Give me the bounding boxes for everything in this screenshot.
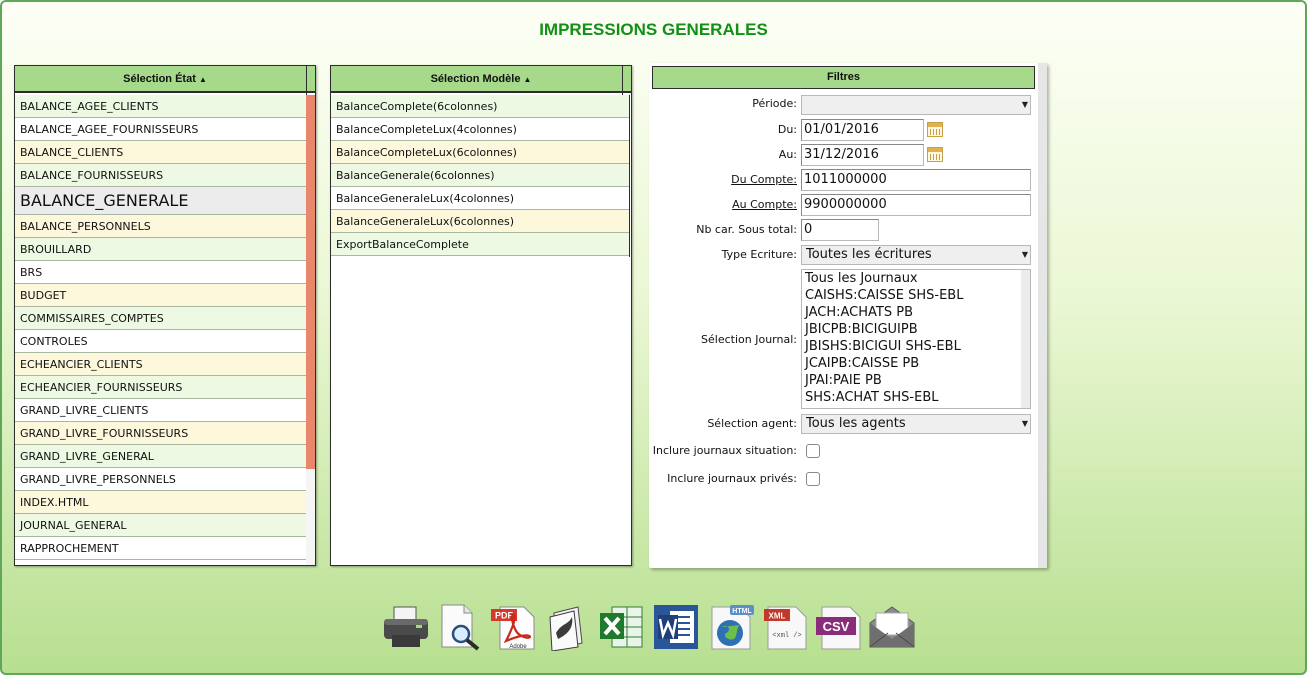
etat-item[interactable]: GRAND_LIVRE_FOURNISSEURS	[15, 422, 306, 445]
prives-checkbox[interactable]	[806, 472, 820, 486]
etat-item[interactable]: BALANCE_AGEE_FOURNISSEURS	[15, 118, 306, 141]
du-label: Du:	[777, 123, 797, 136]
email-icon[interactable]	[868, 603, 916, 651]
du-compte-input[interactable]: 1011000000	[801, 169, 1031, 191]
printer-icon[interactable]	[382, 603, 430, 651]
journal-scrollbar[interactable]	[1021, 270, 1030, 408]
etat-item[interactable]: COMMISSAIRES_COMPTES	[15, 307, 306, 330]
csv-icon[interactable]: CSV	[816, 603, 864, 651]
csv-badge-text: CSV	[823, 619, 850, 634]
journal-option[interactable]: JACH:ACHATS PB	[802, 304, 1030, 321]
journal-option[interactable]: JCAIPB:CAISSE PB	[802, 355, 1030, 372]
etat-scrollbar-thumb[interactable]	[306, 95, 315, 469]
modele-item[interactable]: ExportBalanceComplete	[331, 233, 629, 256]
draw-icon[interactable]	[544, 603, 592, 652]
html-badge-text: HTML	[732, 608, 752, 615]
modele-item[interactable]: BalanceCompleteLux(6colonnes)	[331, 141, 629, 164]
etat-item[interactable]: BRS	[15, 261, 306, 284]
filters-panel: Filtres Période: ▼ Du: 01/01/2016 Au: 31…	[649, 63, 1047, 568]
au-compte-link[interactable]: Au Compte:	[732, 198, 797, 211]
modele-header[interactable]: Sélection Modèle ▲	[331, 66, 631, 93]
xml-icon[interactable]: XML <xml />	[762, 603, 810, 651]
modele-list-right-border	[629, 95, 630, 257]
journal-option[interactable]: CAISHS:CAISSE SHS-EBL	[802, 287, 1030, 304]
adobe-text: Adobe	[509, 644, 527, 650]
etat-item[interactable]: BALANCE_PERSONNELS	[15, 215, 306, 238]
pdf-badge-text: PDF	[495, 611, 514, 621]
agent-select[interactable]: Tous les agents ▼	[801, 414, 1031, 434]
type-ecriture-value: Toutes les écritures	[806, 247, 932, 262]
preview-icon[interactable]	[436, 603, 484, 651]
journal-label: Sélection Journal:	[701, 333, 797, 346]
nb-car-label: Nb car. Sous total:	[696, 223, 797, 236]
etat-item[interactable]: GRAND_LIVRE_CLIENTS	[15, 399, 306, 422]
filters-scrollbar[interactable]	[1038, 63, 1047, 568]
journal-options: Tous les Journaux CAISHS:CAISSE SHS-EBL JA…	[802, 270, 1030, 406]
etat-item[interactable]: GRAND_LIVRE_GENERAL	[15, 445, 306, 468]
situation-label: Inclure journaux situation:	[652, 444, 797, 457]
journal-option[interactable]: JBICPB:BICIGUIPB	[802, 321, 1030, 338]
modele-panel: Sélection Modèle ▲ BalanceComplete(6colo…	[330, 65, 632, 566]
sort-asc-icon: ▲	[523, 75, 532, 84]
etat-item[interactable]: BALANCE_GENERALE	[15, 187, 306, 215]
header-separator	[622, 66, 623, 95]
periode-select[interactable]: ▼	[801, 95, 1031, 115]
etat-item[interactable]: BALANCE_FOURNISSEURS	[15, 164, 306, 187]
du-compte-link[interactable]: Du Compte:	[731, 173, 797, 186]
type-ecriture-select[interactable]: Toutes les écritures ▼	[801, 245, 1031, 265]
word-icon[interactable]	[652, 603, 700, 651]
sort-asc-icon: ▲	[198, 75, 207, 84]
etat-item[interactable]: RAPPROCHEMENT	[15, 537, 306, 560]
nb-car-input[interactable]: 0	[801, 219, 879, 241]
etat-item[interactable]: BALANCE_AGEE_CLIENTS	[15, 95, 306, 118]
modele-item[interactable]: BalanceCompleteLux(4colonnes)	[331, 118, 629, 141]
periode-label: Période:	[752, 97, 797, 110]
etat-header[interactable]: Sélection État ▲	[15, 66, 315, 93]
journal-listbox[interactable]: Tous les Journaux CAISHS:CAISSE SHS-EBL JA…	[801, 269, 1031, 409]
filters-header: Filtres	[652, 66, 1035, 89]
etat-item[interactable]: INDEX.HTML	[15, 491, 306, 514]
etat-header-label: Sélection État	[123, 73, 196, 85]
dropdown-arrow-icon: ▼	[1021, 250, 1029, 259]
agent-value: Tous les agents	[806, 416, 906, 431]
prives-label: Inclure journaux privés:	[667, 472, 797, 485]
au-date-input[interactable]: 31/12/2016	[801, 144, 924, 166]
pdf-icon[interactable]: PDF Adobe	[490, 603, 538, 651]
etat-item[interactable]: CONTROLES	[15, 330, 306, 353]
etat-item[interactable]: JOURNAL_GENERAL	[15, 514, 306, 537]
html-icon[interactable]: HTML	[708, 603, 756, 651]
agent-label: Sélection agent:	[707, 417, 797, 430]
xml-tag-text: <xml />	[772, 632, 801, 640]
etat-item[interactable]: GRAND_LIVRE_PERSONNELS	[15, 468, 306, 491]
calendar-icon[interactable]	[927, 122, 943, 137]
dropdown-arrow-icon: ▼	[1021, 419, 1029, 428]
modele-item[interactable]: BalanceComplete(6colonnes)	[331, 95, 629, 118]
dropdown-arrow-icon: ▼	[1021, 100, 1029, 109]
excel-icon[interactable]	[598, 603, 646, 651]
au-compte-input[interactable]: 9900000000	[801, 194, 1031, 216]
etat-item[interactable]: ECHEANCIER_CLIENTS	[15, 353, 306, 376]
du-date-input[interactable]: 01/01/2016	[801, 119, 924, 141]
etat-item[interactable]: BALANCE_CLIENTS	[15, 141, 306, 164]
page-title: IMPRESSIONS GENERALES	[539, 20, 768, 39]
modele-header-label: Sélection Modèle	[430, 73, 521, 85]
type-ecriture-label: Type Ecriture:	[721, 248, 797, 261]
etat-item[interactable]: BUDGET	[15, 284, 306, 307]
etat-panel: Sélection État ▲ BALANCE_AGEE_CLIENTS BAL…	[14, 65, 316, 566]
etat-item[interactable]: BROUILLARD	[15, 238, 306, 261]
journal-option[interactable]: Tous les Journaux	[802, 270, 1030, 287]
etat-item[interactable]: ECHEANCIER_FOURNISSEURS	[15, 376, 306, 399]
xml-badge-text: XML	[769, 612, 786, 621]
au-label: Au:	[778, 148, 797, 161]
modele-item[interactable]: BalanceGenerale(6colonnes)	[331, 164, 629, 187]
header-separator	[306, 66, 307, 95]
modele-item[interactable]: BalanceGeneraleLux(4colonnes)	[331, 187, 629, 210]
situation-checkbox[interactable]	[806, 444, 820, 458]
journal-option[interactable]: JPAI:PAIE PB	[802, 372, 1030, 389]
journal-option[interactable]: SHS:ACHAT SHS-EBL	[802, 389, 1030, 406]
journal-option[interactable]: JBISHS:BICIGUI SHS-EBL	[802, 338, 1030, 355]
calendar-icon[interactable]	[927, 147, 943, 162]
modele-item[interactable]: BalanceGeneraleLux(6colonnes)	[331, 210, 629, 233]
